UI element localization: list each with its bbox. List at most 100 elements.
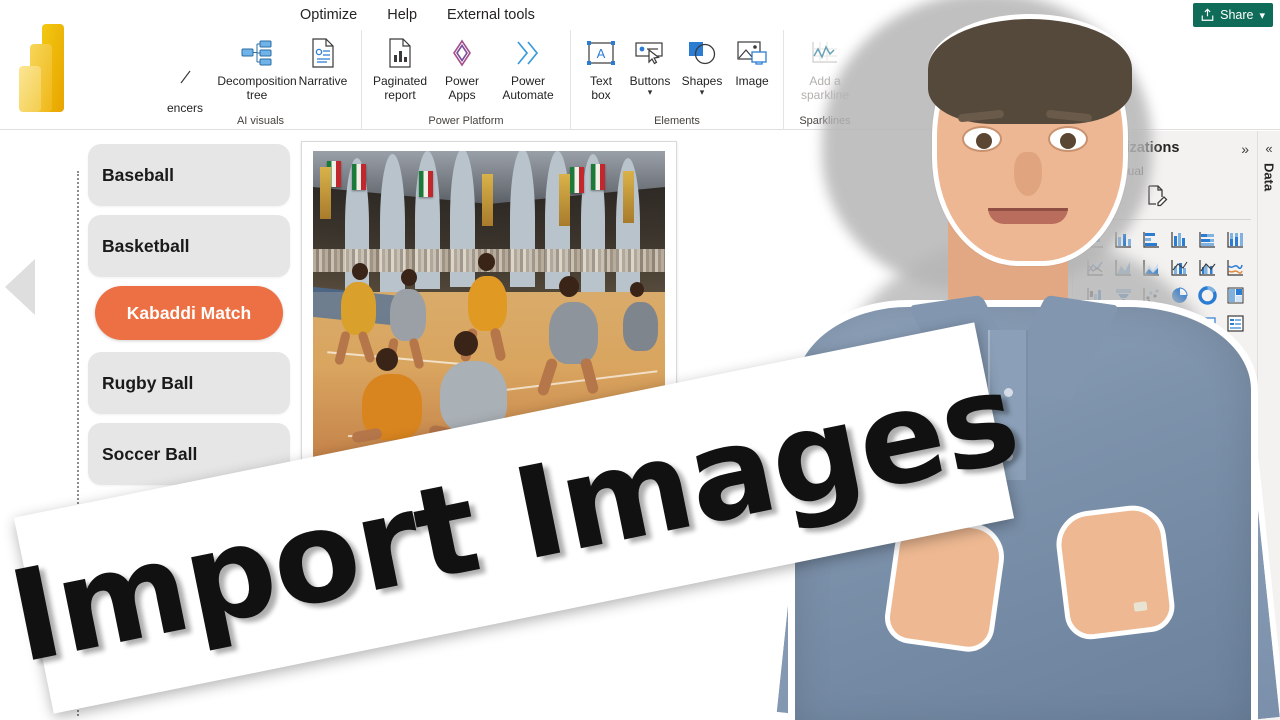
power-bi-desktop-window: Optimize Help External tools Share ▾ Dec…	[0, 0, 1280, 720]
slicer-item-kabaddi-match[interactable]: Kabaddi Match	[95, 286, 283, 340]
visual-mode-switcher	[1073, 178, 1257, 213]
clustered-bar-chart-icon[interactable]	[1137, 227, 1165, 252]
line-chart-icon[interactable]	[1081, 255, 1109, 280]
ribbon-button-label: Buttons	[629, 74, 671, 88]
filter-pane-icon[interactable]	[1055, 170, 1068, 188]
slicer-item-basketball[interactable]: Basketball	[88, 215, 290, 277]
collapse-data-pane-icon[interactable]: «	[1265, 141, 1272, 156]
100-stacked-column-chart-icon[interactable]	[1221, 227, 1249, 252]
visualizations-pane-title: Visualizations	[1083, 140, 1180, 156]
paginated-report-icon	[380, 35, 420, 71]
build-visual-label: Build visual	[1083, 164, 1144, 178]
ribbon-groups: Decomposition tree Narrative AI visuals …	[160, 30, 866, 130]
slicer-icon[interactable]	[1109, 339, 1137, 364]
ribbon-button-label: Power Apps	[444, 74, 479, 103]
stacked-area-chart-icon[interactable]	[1137, 255, 1165, 280]
card-icon[interactable]: 123	[1193, 311, 1221, 336]
scatter-chart-icon[interactable]	[1137, 283, 1165, 308]
matrix-icon[interactable]	[1165, 339, 1193, 364]
menu-item-external-tools[interactable]: External tools	[447, 7, 535, 23]
ribbon-button-label: Narrative	[298, 74, 348, 88]
ribbon-button-paginated-report[interactable]: Paginated report	[369, 33, 431, 102]
format-visual-mode-button[interactable]	[1141, 183, 1173, 213]
ribbon-group-label-power-platform: Power Platform	[428, 115, 504, 127]
gauge-icon[interactable]	[1165, 311, 1193, 336]
power-apps-icon	[442, 35, 482, 71]
filled-map-icon[interactable]	[1109, 311, 1137, 336]
chevron-down-icon: ▾	[1259, 9, 1265, 22]
multi-row-card-icon[interactable]	[1221, 311, 1249, 336]
ribbon-button-text-box[interactable]: A Text box	[578, 33, 624, 102]
ribbon-group-sparklines: Add a sparkline Sparklines	[784, 30, 866, 130]
previous-page-arrow[interactable]	[5, 259, 35, 315]
image-icon	[732, 35, 772, 71]
ribbon-button-label: Text box	[589, 74, 612, 103]
ribbon-button-label: Shapes	[681, 74, 723, 88]
waterfall-chart-icon[interactable]	[1081, 283, 1109, 308]
expand-pane-icon[interactable]: »	[1241, 141, 1249, 157]
line-clustered-column-chart-icon[interactable]	[1193, 255, 1221, 280]
values-field-well[interactable]	[1082, 437, 1248, 467]
100-stacked-bar-chart-icon[interactable]	[1193, 227, 1221, 252]
ribbon-group-label-sparklines: Sparklines	[799, 115, 851, 127]
drop-fields-hint: ere	[1090, 558, 1106, 570]
menu-bar: Optimize Help External tools Share ▾	[0, 0, 1280, 30]
collapse-visualizations-icon[interactable]: «	[1057, 141, 1064, 156]
area-chart-icon[interactable]	[1109, 255, 1137, 280]
slicer-item-label: Kabaddi Match	[126, 302, 252, 323]
funnel-chart-icon[interactable]	[1109, 283, 1137, 308]
chevron-down-icon[interactable]: ▾	[700, 88, 705, 97]
ribbon-chart-icon[interactable]	[1221, 255, 1249, 280]
line-stacked-column-chart-icon[interactable]	[1165, 255, 1193, 280]
ribbon-button-label: Decomposition tree	[217, 74, 297, 103]
ribbon-button-shapes[interactable]: Shapes ▾	[676, 33, 728, 97]
slicer-item-label: Soccer Ball	[102, 443, 198, 464]
ribbon-button-narrative[interactable]: Narrative	[292, 33, 354, 88]
power-bi-logo	[15, 18, 101, 118]
chevron-down-icon[interactable]: ▾	[648, 88, 653, 97]
ribbon-button-power-automate[interactable]: Power Automate	[493, 33, 563, 102]
ribbon-button-add-a-sparkline[interactable]: Add a sparkline	[794, 33, 856, 102]
stacked-bar-chart-icon[interactable]	[1081, 227, 1109, 252]
treemap-icon[interactable]	[1221, 283, 1249, 308]
map-icon[interactable]	[1081, 311, 1109, 336]
azure-map-icon[interactable]	[1137, 311, 1165, 336]
pie-chart-icon[interactable]	[1165, 283, 1193, 308]
ribbon-button-decomposition-tree[interactable]: Decomposition tree	[217, 33, 297, 102]
ribbon-button-label: Power Automate	[502, 74, 554, 103]
ribbon-button-image[interactable]: Image	[728, 33, 776, 88]
stacked-column-chart-icon[interactable]	[1109, 227, 1137, 252]
slicer-item-rugby-ball[interactable]: Rugby Ball	[88, 352, 290, 414]
build-visual-mode-button[interactable]	[1083, 183, 1115, 213]
r-script-visual-icon[interactable]: R	[1193, 339, 1221, 364]
menu-item-optimize[interactable]: Optimize	[300, 7, 357, 23]
drill-through-field-well[interactable]: ere	[1082, 551, 1248, 577]
menu-item-help[interactable]: Help	[387, 7, 417, 23]
share-button[interactable]: Share ▾	[1193, 3, 1273, 27]
visualizations-pane: Visualizations » Build visual 123 R Py ·…	[1072, 131, 1257, 720]
ribbon-button-key-influencers[interactable]: encers	[165, 60, 223, 160]
python-visual-icon[interactable]: Py	[1221, 339, 1249, 364]
ribbon-button-power-apps[interactable]: Power Apps	[431, 33, 493, 102]
data-pane-rail: « Data	[1257, 131, 1280, 720]
data-pane-title[interactable]: Data	[1262, 163, 1277, 191]
more-visuals-icon[interactable]: ···	[1221, 395, 1249, 420]
ribbon-button-label: Paginated report	[372, 74, 428, 103]
kpi-icon[interactable]	[1081, 339, 1109, 364]
slicer-item-label: Baseball	[102, 164, 174, 185]
ribbon-button-label: Add a sparkline	[800, 74, 850, 103]
ribbon-button-buttons[interactable]: Buttons ▾	[624, 33, 676, 97]
visual-type-gallery: 123 R Py ···	[1073, 220, 1257, 420]
donut-chart-icon[interactable]	[1193, 283, 1221, 308]
narrative-icon	[303, 35, 343, 71]
table-grid-icon	[1087, 185, 1111, 212]
ribbon: Decomposition tree Narrative AI visuals …	[0, 30, 1280, 130]
table-icon[interactable]	[1137, 339, 1165, 364]
key-influencers-gallery-icon[interactable]	[1193, 367, 1221, 392]
clustered-column-chart-icon[interactable]	[1165, 227, 1193, 252]
visualizations-rail: «	[1049, 131, 1072, 720]
ribbon-button-label: Image	[735, 74, 769, 88]
paginated-report-gallery-icon[interactable]	[1221, 367, 1249, 392]
decomposition-tree-gallery-icon[interactable]	[1193, 395, 1221, 420]
share-icon	[1200, 8, 1215, 22]
